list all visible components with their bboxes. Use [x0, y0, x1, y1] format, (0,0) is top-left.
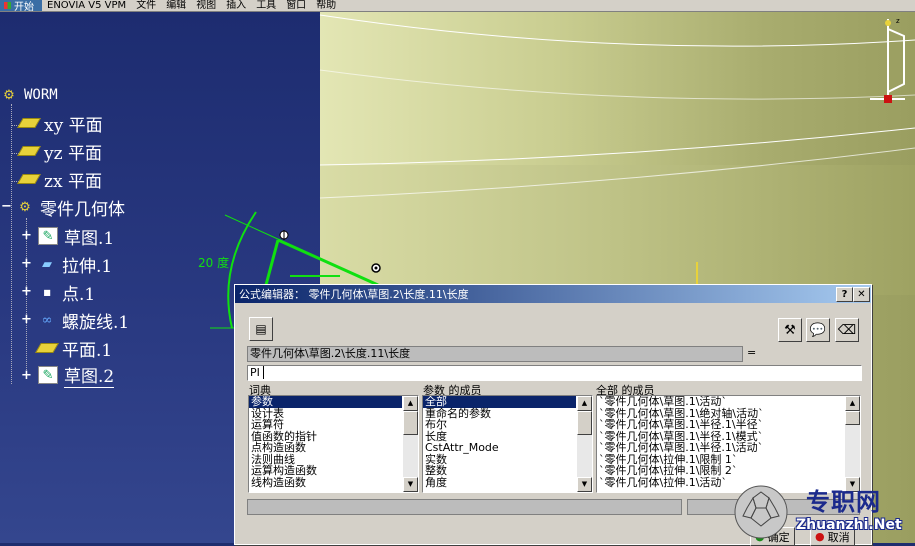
tree-item-yz-plane[interactable]: yz 平面 [17, 140, 102, 164]
menu-tools[interactable]: 工具 [251, 0, 281, 11]
plane-icon [17, 146, 41, 156]
tree-root-worm[interactable]: ⚙ WORM [0, 84, 58, 106]
scrollbar[interactable]: ▲ ▼ [577, 396, 592, 492]
list-item[interactable]: 整数 [423, 465, 576, 477]
list-item[interactable]: 全部 [423, 396, 576, 408]
list-item[interactable]: 线构造函数 [249, 476, 402, 489]
tree-item-point-1[interactable]: ■ 点.1 [38, 281, 95, 305]
expand-toggle[interactable]: + [21, 229, 32, 242]
angle-dimension-label[interactable]: 20 度 [198, 254, 229, 271]
tools-icon: ⚒ [784, 322, 796, 338]
surface-curve-lower [319, 147, 915, 199]
list-item[interactable]: 运算构造函数 [249, 465, 402, 477]
parameter-path-field: 零件几何体\草图.2\长度.11\长度 [247, 346, 743, 362]
body-icon: ⚙ [19, 199, 31, 215]
part-icon: ⚙ [3, 87, 15, 103]
text-cursor [262, 366, 264, 379]
tree-item-sketch-1[interactable]: ✎ 草图.1 [38, 225, 114, 249]
menu-file[interactable]: 文件 [131, 0, 161, 11]
menu-help[interactable]: 帮助 [311, 0, 341, 11]
tree-item-plane-1[interactable]: 平面.1 [35, 337, 112, 361]
sketch-point-inner [374, 266, 378, 270]
dictionary-tool-button[interactable]: ▤ [249, 317, 273, 341]
watermark-url: Zhuanzhi.Net [796, 517, 902, 533]
measure-tool-button[interactable]: ⚒ [778, 318, 802, 342]
list-item[interactable]: `零件几何体\草图.1\半径.1\活动` [597, 442, 844, 454]
eraser-icon: ⌫ [837, 322, 857, 338]
sketch-icon: ✎ [38, 366, 58, 384]
comment-tool-button[interactable]: 💬 [806, 318, 830, 342]
menu-window[interactable]: 窗口 [281, 0, 311, 11]
point-icon: ■ [43, 287, 51, 297]
scroll-down-arrow-icon[interactable]: ▼ [403, 477, 418, 492]
collapse-toggle[interactable]: − [1, 200, 12, 213]
list-item[interactable]: 角度 [423, 476, 576, 489]
dialog-title: 公式编辑器： 零件几何体\草图.2\长度.11\长度 [239, 288, 469, 301]
close-button[interactable]: ✕ [853, 287, 870, 302]
tree-item-zx-plane[interactable]: zx 平面 [17, 168, 102, 192]
plane-icon [17, 118, 41, 128]
status-field [247, 499, 682, 515]
surface-curve-mid [319, 127, 915, 166]
compass-icon[interactable]: z [860, 14, 915, 109]
compass-z-label: z [896, 17, 900, 25]
menu-edit[interactable]: 编辑 [161, 0, 191, 11]
speech-bubble-icon: 💬 [809, 322, 827, 338]
scroll-thumb[interactable] [845, 411, 860, 425]
surface-curve-upper [319, 69, 915, 100]
menu-view[interactable]: 视图 [191, 0, 221, 11]
scroll-up-arrow-icon[interactable]: ▲ [577, 396, 592, 411]
list-item[interactable]: `零件几何体\草图.1\半径.1\半径` [597, 419, 844, 431]
expand-toggle[interactable]: + [21, 369, 32, 382]
sketch-line-1 [277, 238, 379, 287]
scrollbar[interactable]: ▲ ▼ [403, 396, 418, 492]
list-item[interactable]: `零件几何体\草图.1\活动` [597, 396, 844, 408]
table-icon: ▤ [255, 322, 267, 336]
dialog-titlebar[interactable]: 公式编辑器： 零件几何体\草图.2\长度.11\长度 ? ✕ [235, 285, 871, 303]
help-button[interactable]: ? [836, 287, 853, 302]
menubar: 开始 ENOVIA V5 VPM 文件 编辑 视图 插入 工具 窗口 帮助 [0, 0, 915, 12]
list-item[interactable]: 参数 [249, 396, 402, 408]
sketch-icon: ✎ [38, 227, 58, 245]
list-item[interactable]: 布尔 [423, 419, 576, 431]
scroll-thumb[interactable] [577, 411, 592, 435]
plane-icon [17, 174, 41, 184]
tree-item-part-body[interactable]: ⚙ 零件几何体 [16, 196, 125, 220]
pad-icon: ▰ [42, 256, 52, 272]
surface-curve-top [319, 14, 915, 47]
windows-flag-icon [4, 2, 11, 9]
list-item[interactable]: `零件几何体\拉伸.1\限制 2` [597, 465, 844, 477]
tree-item-sketch-2[interactable]: ✎ 草图.2 [38, 364, 115, 388]
expand-toggle[interactable]: + [21, 257, 32, 270]
start-button[interactable]: 开始 [0, 0, 42, 11]
menu-insert[interactable]: 插入 [221, 0, 251, 11]
list-item[interactable]: 点构造函数 [249, 442, 402, 454]
watermark-text: 专职网 [806, 487, 881, 516]
dictionary-list[interactable]: 参数 设计表 运算符 值函数的指针 点构造函数 法则曲线 运算构造函数 线构造函… [248, 395, 419, 493]
formula-input[interactable]: PI [247, 365, 862, 381]
tree-item-helix-1[interactable]: ∞ 螺旋线.1 [38, 309, 130, 333]
expand-toggle[interactable]: + [21, 313, 32, 326]
expand-toggle[interactable]: + [21, 285, 32, 298]
helix-icon: ∞ [41, 312, 53, 328]
scroll-down-arrow-icon[interactable]: ▼ [577, 477, 592, 492]
list-item[interactable]: 运算符 [249, 419, 402, 431]
tree-item-pad-1[interactable]: ▰ 拉伸.1 [38, 253, 112, 277]
menu-enovia[interactable]: ENOVIA V5 VPM [42, 0, 131, 11]
scroll-thumb[interactable] [403, 411, 418, 435]
members-list[interactable]: 全部 重命名的参数 布尔 长度 CstAttr_Mode 实数 整数 角度 ▲ … [422, 395, 593, 493]
eraser-tool-button[interactable]: ⌫ [835, 318, 859, 342]
plane-icon [35, 343, 59, 353]
list-item[interactable]: CstAttr_Mode [423, 442, 576, 454]
scroll-up-arrow-icon[interactable]: ▲ [845, 396, 860, 411]
scroll-up-arrow-icon[interactable]: ▲ [403, 396, 418, 411]
tree-item-xy-plane[interactable]: xy 平面 [17, 112, 103, 136]
equals-sign: = [747, 346, 757, 359]
